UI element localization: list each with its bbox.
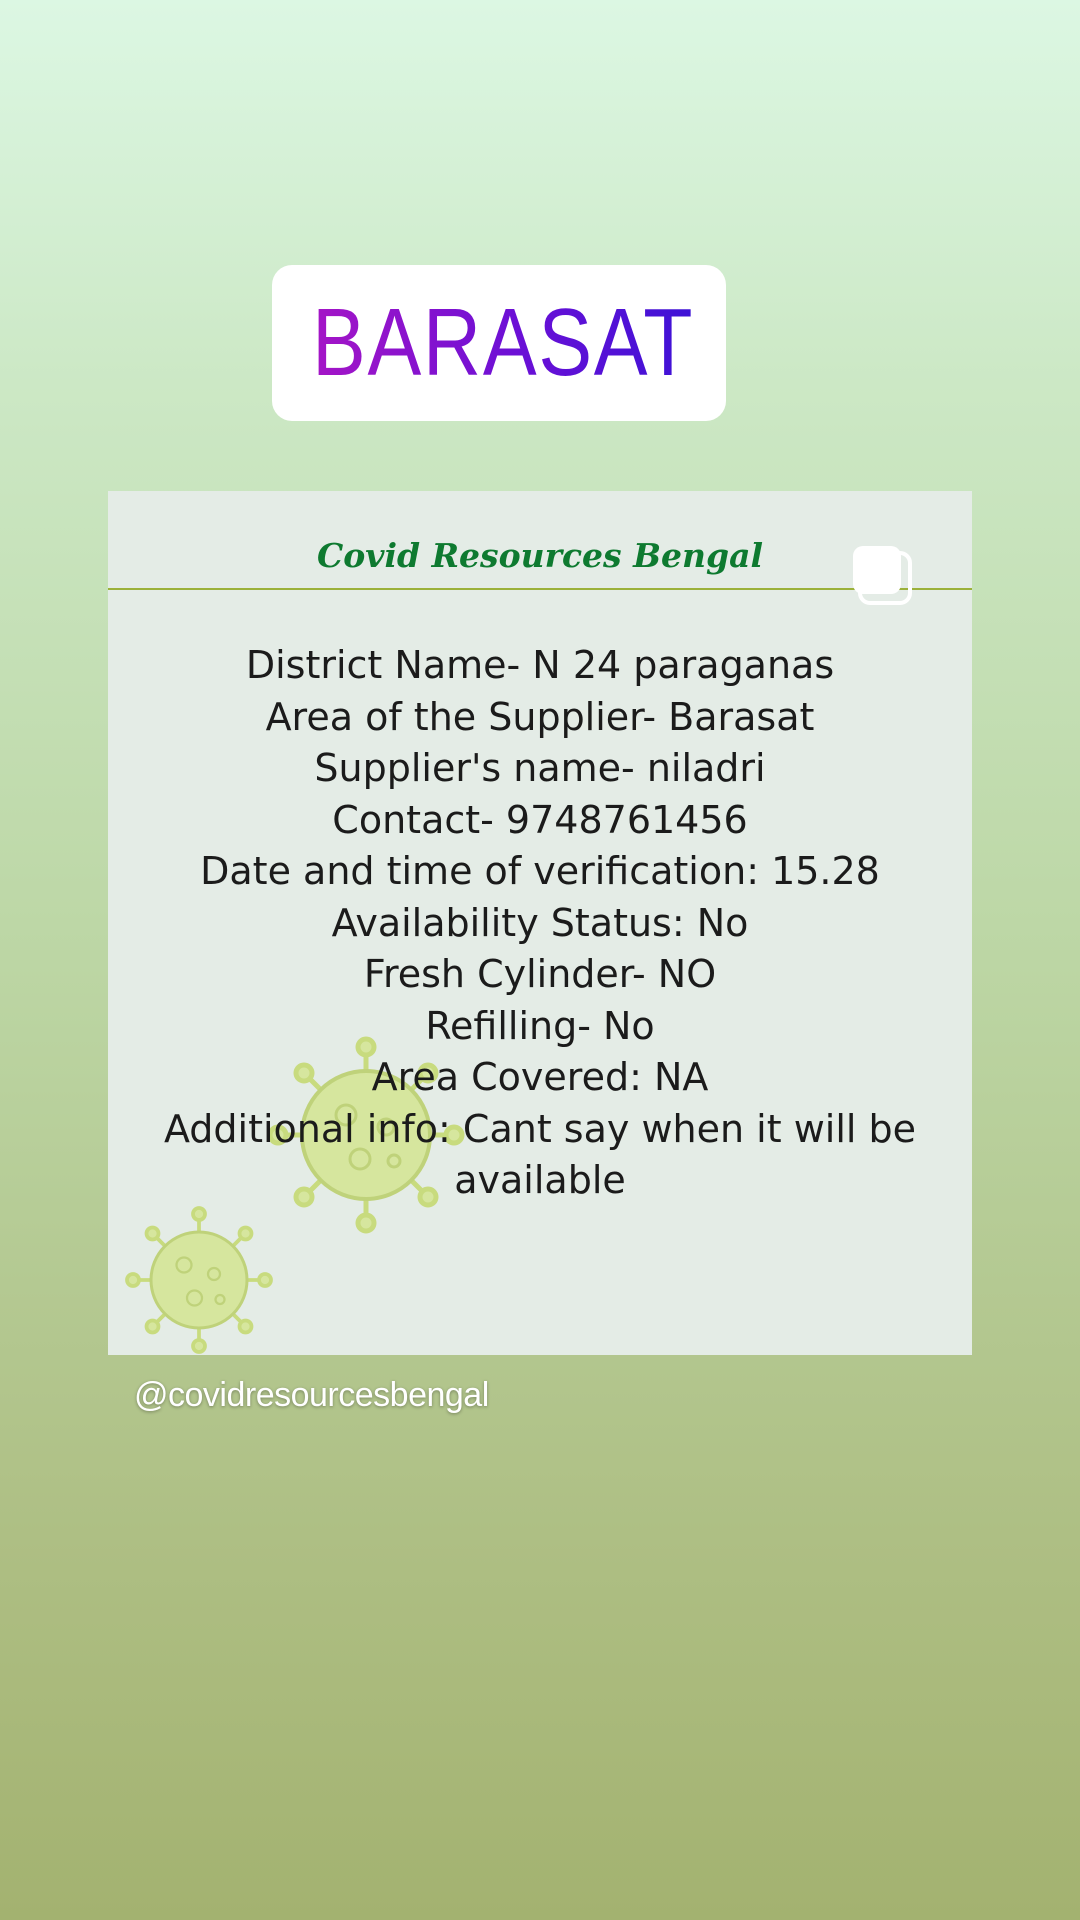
fresh-cylinder-line: Fresh Cylinder- NO [363,952,717,996]
supplier-area-line: Area of the Supplier- Barasat [265,694,815,739]
virus-icon [125,1206,273,1354]
additional-info-line: Additional info: Cant say when it will b… [163,1106,917,1203]
supplier-name-line: Supplier's name- niladri [314,746,766,790]
card-header: Covid Resources Bengal [108,491,972,590]
availability-status-line: Availability Status: No [331,900,749,945]
resource-info: District Name- N 24 paraganas Area of th… [108,640,972,1207]
account-handle[interactable]: @covidresourcesbengal [134,1376,489,1415]
resource-card: Covid Resources Bengal District Name- N … [108,491,972,1355]
location-label: BARASAT [312,289,695,396]
district-name-line: District Name- N 24 paraganas [245,643,835,687]
location-sticker[interactable]: BARASAT [272,265,726,421]
refilling-line: Refilling- No [425,1003,655,1048]
verification-time-line: Date and time of verification: 15.28 [200,849,880,893]
contact-line: Contact- 9748761456 [332,797,748,842]
brand-title: Covid Resources Bengal [317,536,763,575]
copy-icon[interactable] [849,542,915,608]
area-covered-line: Area Covered: NA [371,1055,709,1099]
